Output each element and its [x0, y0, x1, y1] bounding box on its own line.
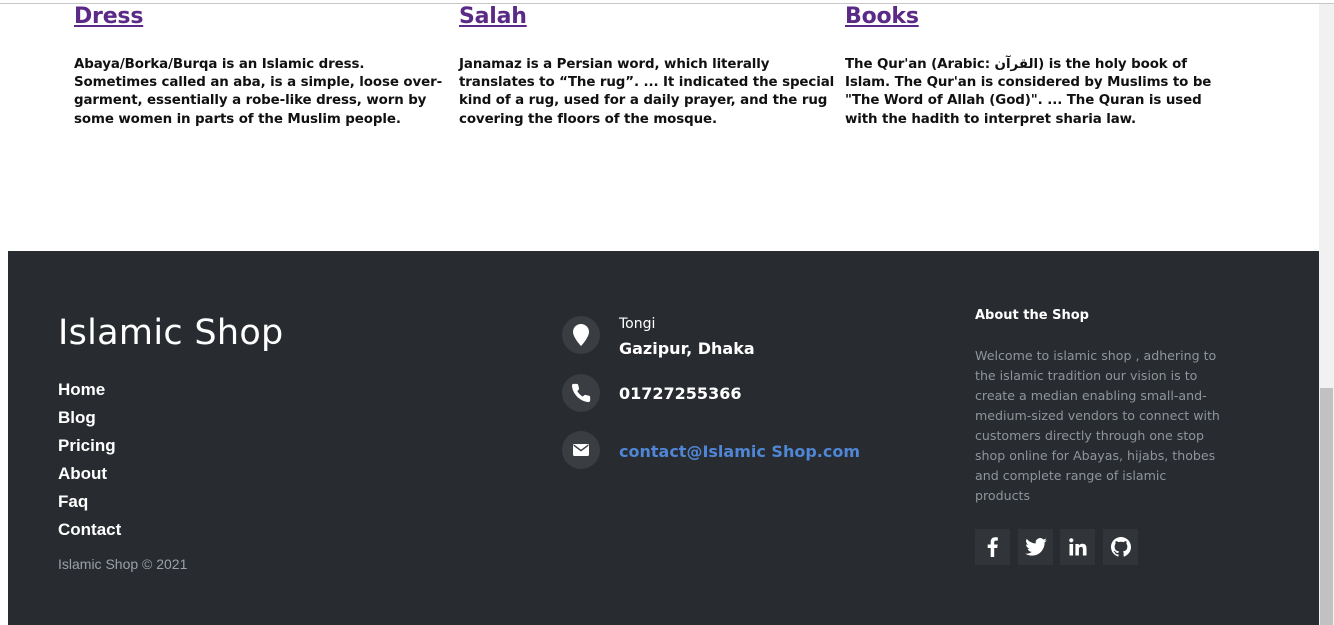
footer-link-about[interactable]: About — [58, 464, 107, 483]
category-card-dress: Dress Abaya/Borka/Burqa is an Islamic dr… — [74, 0, 446, 129]
twitter-icon[interactable] — [1018, 529, 1053, 565]
about-text: Welcome to islamic shop , adhering to th… — [975, 348, 1220, 503]
phone-number[interactable]: 01727255366 — [619, 384, 741, 403]
footer-link-home[interactable]: Home — [58, 380, 105, 399]
category-title-books[interactable]: Books — [845, 4, 919, 29]
category-card-salah: Salah Janamaz is a Persian word, which l… — [459, 0, 839, 129]
category-description: Janamaz is a Persian word, which literal… — [459, 57, 835, 127]
footer-link-contact[interactable]: Contact — [58, 520, 121, 539]
category-description: The Qur'an (Arabic: القرآن) is the holy … — [845, 57, 1212, 127]
address-line2: Gazipur, Dhaka — [619, 339, 755, 358]
footer-nav: Home Blog Pricing About Faq Contact — [58, 376, 121, 544]
footer-link-blog[interactable]: Blog — [58, 408, 96, 427]
category-card-books: Books The Qur'an (Arabic: القرآن) is the… — [845, 0, 1215, 129]
github-icon[interactable] — [1103, 529, 1138, 565]
category-title-salah[interactable]: Salah — [459, 4, 527, 29]
facebook-icon[interactable] — [975, 529, 1010, 565]
footer-link-faq[interactable]: Faq — [58, 492, 88, 511]
footer-link-pricing[interactable]: Pricing — [58, 436, 116, 455]
address-line1: Tongi — [619, 316, 656, 332]
email-link[interactable]: contact@Islamic Shop.com — [619, 442, 860, 461]
envelope-icon — [562, 431, 600, 469]
category-description: Abaya/Borka/Burqa is an Islamic dress. S… — [74, 57, 443, 127]
footer-copyright: Islamic Shop © 2021 — [58, 556, 188, 572]
footer-brand[interactable]: Islamic Shop — [58, 311, 284, 355]
site-footer: Islamic Shop Home Blog Pricing About Faq… — [8, 251, 1319, 625]
page-scrollbar-thumb[interactable] — [1320, 388, 1333, 625]
linkedin-icon[interactable] — [1060, 529, 1095, 565]
map-marker-icon — [562, 316, 600, 354]
about-title: About the Shop — [975, 308, 1089, 323]
phone-icon — [562, 374, 600, 412]
category-title-dress[interactable]: Dress — [74, 4, 143, 29]
